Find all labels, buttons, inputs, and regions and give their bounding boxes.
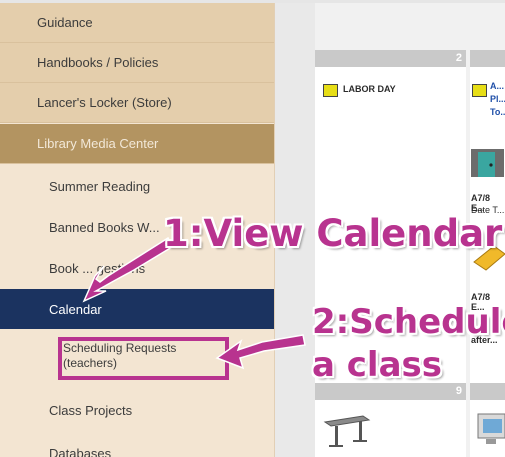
- event-marker-icon: [472, 84, 487, 97]
- sidebar-item-calendar[interactable]: Calendar: [0, 289, 274, 329]
- door-image-icon: [471, 149, 504, 177]
- event-line[interactable]: A...: [490, 81, 504, 91]
- event-marker-icon: [323, 84, 338, 97]
- day-header-next: [470, 50, 505, 67]
- table-image-icon: [323, 415, 371, 447]
- sidebar-item-library-media-center[interactable]: Library Media Center: [0, 124, 274, 164]
- day-header-next: [470, 383, 505, 400]
- page: Guidance Handbooks / Policies Lancer's L…: [0, 0, 505, 457]
- day-number-9: 9: [315, 383, 466, 400]
- sidebar-item-handbooks-policies[interactable]: Handbooks / Policies: [0, 43, 274, 83]
- computer-image-icon: [477, 413, 505, 444]
- event-line: To...: [490, 107, 505, 117]
- calendar-day-cell-next[interactable]: [470, 400, 505, 457]
- sidebar-item-lancers-locker[interactable]: Lancer's Locker (Store): [0, 83, 274, 123]
- sidebar-item-databases[interactable]: Databases: [0, 433, 274, 457]
- event-line: Pl...: [490, 94, 505, 104]
- callout-a-class: a class: [312, 345, 443, 385]
- sidebar-item-guidance[interactable]: Guidance: [0, 3, 274, 43]
- event-labor-day[interactable]: LABOR DAY: [343, 84, 396, 94]
- calendar-day-cell[interactable]: [315, 400, 466, 457]
- sidebar-item-summer-reading[interactable]: Summer Reading: [0, 166, 274, 206]
- day-number-2: 2: [315, 50, 466, 67]
- callout-schedule: 2:Schedule: [312, 302, 505, 342]
- scheduling-highlight-box: [58, 337, 229, 380]
- callout-view-calendar: 1:View Calendar: [163, 212, 503, 255]
- sidebar-item-class-projects[interactable]: Class Projects: [0, 390, 274, 430]
